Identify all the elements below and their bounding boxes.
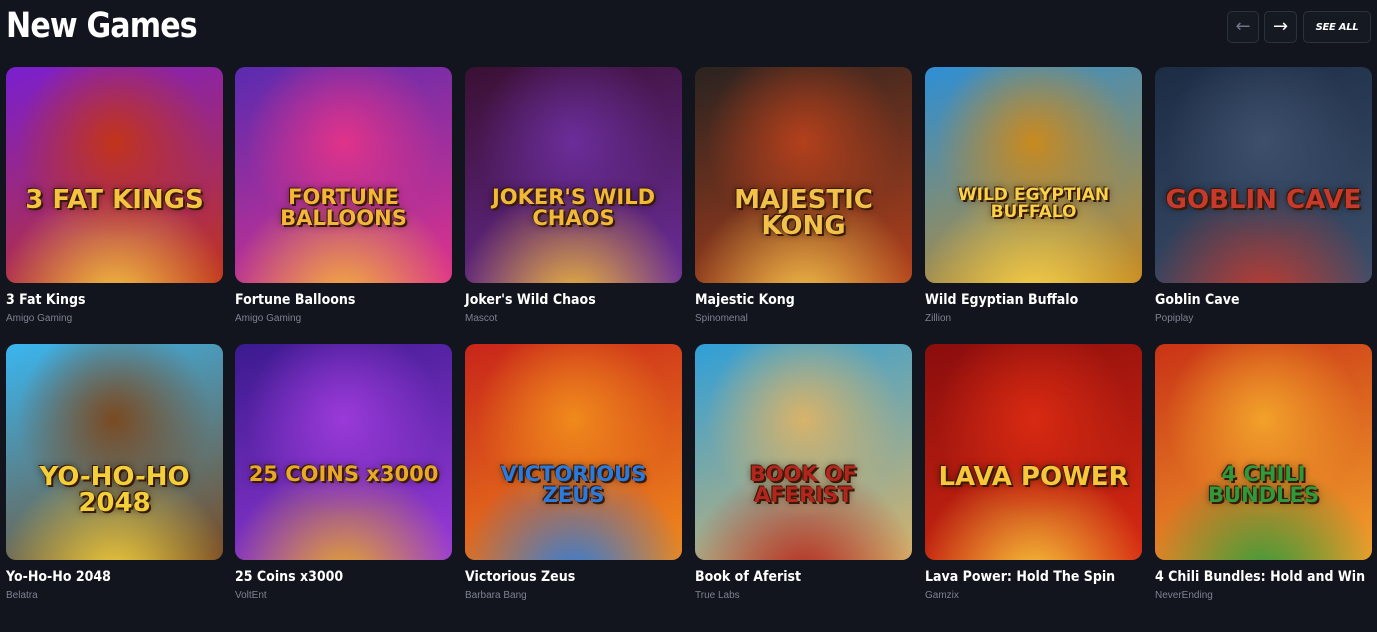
- game-provider: Belatra: [6, 590, 38, 601]
- game-logo: 3 FAT KINGS: [25, 185, 204, 215]
- previous-button[interactable]: ←: [1227, 11, 1259, 43]
- game-thumbnail[interactable]: FORTUNE BALLOONS: [235, 67, 452, 283]
- game-thumbnail[interactable]: BOOK OF AFERIST: [695, 344, 912, 560]
- game-provider: VoltEnt: [235, 590, 267, 601]
- game-card[interactable]: FORTUNE BALLOONS Fortune Balloons Amigo Ga…: [235, 67, 452, 327]
- game-logo: FORTUNE BALLOONS: [280, 185, 407, 230]
- game-logo: LAVA POWER: [938, 462, 1129, 492]
- arrow-left-icon: ←: [1235, 16, 1251, 37]
- game-thumbnail[interactable]: JOKER'S WILD CHAOS: [465, 67, 682, 283]
- game-artwork: [6, 344, 223, 560]
- game-thumbnail[interactable]: YO-HO-HO 2048: [6, 344, 223, 560]
- game-card[interactable]: WILD EGYPTIAN BUFFALO Wild Egyptian Buffa…: [925, 67, 1142, 327]
- game-provider: Amigo Gaming: [6, 313, 73, 324]
- game-thumbnail[interactable]: LAVA POWER: [925, 344, 1142, 560]
- game-provider: Barbara Bang: [465, 590, 527, 601]
- game-artwork: [1155, 67, 1372, 283]
- game-artwork: [925, 344, 1142, 560]
- next-button[interactable]: →: [1264, 11, 1297, 43]
- section-title: New Games: [6, 6, 198, 46]
- game-thumbnail[interactable]: GOBLIN CAVE: [1155, 67, 1372, 283]
- game-card[interactable]: MAJESTIC KONG Majestic Kong Spinomenal: [695, 67, 912, 327]
- game-artwork: [235, 344, 452, 560]
- game-logo: 25 COINS x3000: [248, 462, 439, 486]
- game-thumbnail[interactable]: VICTORIOUS ZEUS: [465, 344, 682, 560]
- game-title[interactable]: Goblin Cave: [1155, 291, 1350, 309]
- game-artwork: [6, 67, 223, 283]
- game-logo: WILD EGYPTIAN BUFFALO: [957, 185, 1110, 222]
- game-artwork: [695, 67, 912, 283]
- game-card[interactable]: VICTORIOUS ZEUS Victorious Zeus Barbara Ba…: [465, 344, 682, 604]
- game-logo: JOKER'S WILD CHAOS: [491, 185, 656, 230]
- game-artwork: [925, 67, 1142, 283]
- game-title[interactable]: Joker's Wild Chaos: [465, 291, 660, 309]
- game-thumbnail[interactable]: 4 CHILI BUNDLES: [1155, 344, 1372, 560]
- game-provider: Zillion: [925, 313, 952, 324]
- game-provider: Spinomenal: [695, 313, 748, 324]
- game-thumbnail[interactable]: MAJESTIC KONG: [695, 67, 912, 283]
- game-title[interactable]: Majestic Kong: [695, 291, 890, 309]
- game-provider: Gamzix: [925, 590, 959, 601]
- see-all-label: SEE ALL: [1315, 21, 1359, 33]
- game-provider: Popiplay: [1155, 313, 1194, 324]
- game-logo: VICTORIOUS ZEUS: [500, 462, 647, 507]
- game-card[interactable]: 25 COINS x3000 25 Coins x3000 VoltEnt: [235, 344, 452, 604]
- section-header: New Games ← → SEE ALL: [0, 0, 1377, 60]
- arrow-right-icon: →: [1272, 16, 1289, 37]
- game-logo: 4 CHILI BUNDLES: [1208, 462, 1319, 507]
- game-logo: BOOK OF AFERIST: [749, 462, 858, 507]
- game-logo: MAJESTIC KONG: [734, 185, 873, 241]
- game-card[interactable]: 3 FAT KINGS 3 Fat Kings Amigo Gaming: [6, 67, 223, 327]
- game-title[interactable]: Book of Aferist: [695, 568, 890, 586]
- game-title[interactable]: 4 Chili Bundles: Hold and Win: [1155, 568, 1365, 586]
- game-card[interactable]: YO-HO-HO 2048 Yo-Ho-Ho 2048 Belatra: [6, 344, 223, 604]
- game-title[interactable]: Fortune Balloons: [235, 291, 430, 309]
- game-title[interactable]: Victorious Zeus: [465, 568, 660, 586]
- game-artwork: [1155, 344, 1372, 560]
- game-title[interactable]: Lava Power: Hold The Spin: [925, 568, 1120, 586]
- game-card[interactable]: GOBLIN CAVE Goblin Cave Popiplay: [1155, 67, 1372, 327]
- game-artwork: [465, 344, 682, 560]
- game-provider: Mascot: [465, 313, 498, 324]
- see-all-button[interactable]: SEE ALL: [1303, 11, 1371, 43]
- game-thumbnail[interactable]: 25 COINS x3000: [235, 344, 452, 560]
- game-card[interactable]: LAVA POWER Lava Power: Hold The Spin Gamzi…: [925, 344, 1142, 604]
- game-logo: YO-HO-HO 2048: [39, 462, 190, 518]
- game-thumbnail[interactable]: 3 FAT KINGS: [6, 67, 223, 283]
- game-card[interactable]: 4 CHILI BUNDLES 4 Chili Bundles: Hold and…: [1155, 344, 1372, 604]
- game-artwork: [695, 344, 912, 560]
- game-title[interactable]: Wild Egyptian Buffalo: [925, 291, 1120, 309]
- game-title[interactable]: Yo-Ho-Ho 2048: [6, 568, 201, 586]
- game-artwork: [465, 67, 682, 283]
- game-title[interactable]: 25 Coins x3000: [235, 568, 430, 586]
- game-card[interactable]: JOKER'S WILD CHAOS Joker's Wild Chaos Masc…: [465, 67, 682, 327]
- game-artwork: [235, 67, 452, 283]
- game-provider: True Labs: [695, 590, 740, 601]
- game-provider: NeverEnding: [1155, 590, 1213, 601]
- game-title[interactable]: 3 Fat Kings: [6, 291, 201, 309]
- game-logo: GOBLIN CAVE: [1165, 185, 1362, 215]
- game-thumbnail[interactable]: WILD EGYPTIAN BUFFALO: [925, 67, 1142, 283]
- game-card[interactable]: BOOK OF AFERIST Book of Aferist True Labs: [695, 344, 912, 604]
- game-provider: Amigo Gaming: [235, 313, 302, 324]
